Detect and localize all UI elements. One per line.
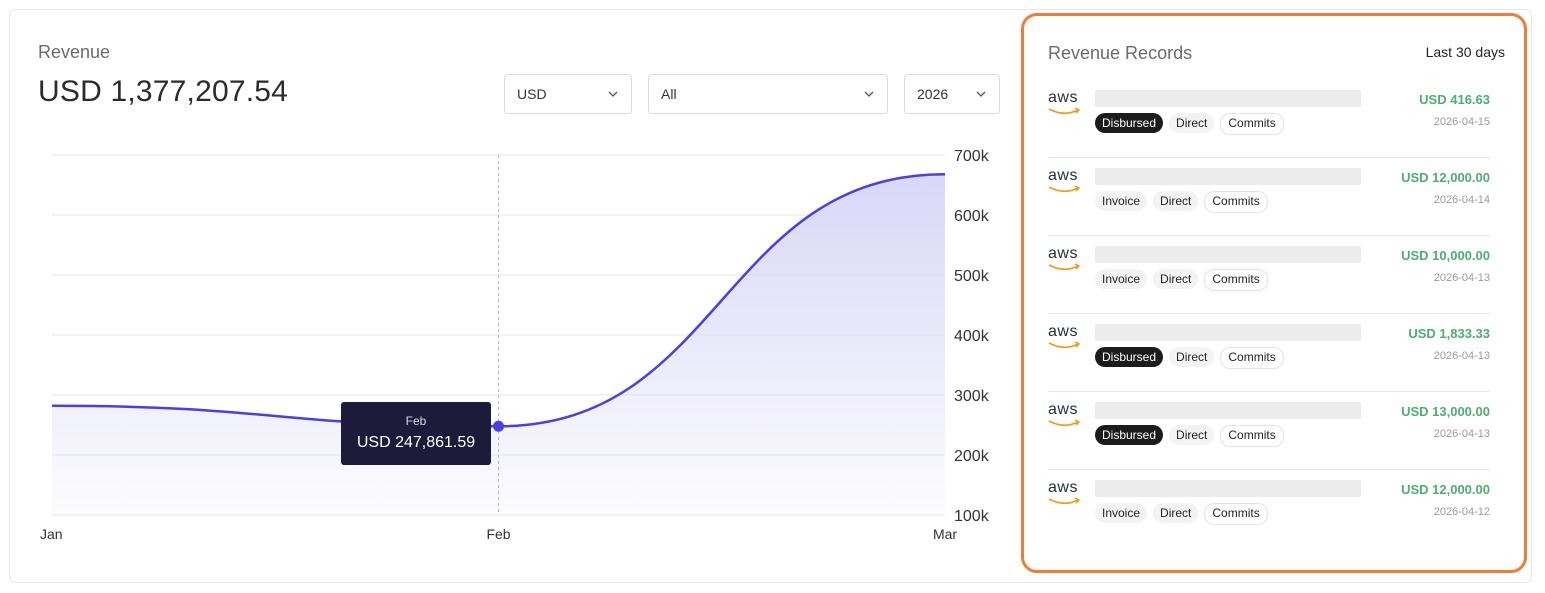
revenue-record-row[interactable]: aws Disbursed Direct Commits USD 416.63 2026-… <box>1048 80 1490 158</box>
tooltip-month: Feb <box>405 414 427 428</box>
x-tick-label: Mar <box>933 526 957 542</box>
tag-commits: Commits <box>1220 425 1284 447</box>
record-name-placeholder <box>1095 402 1361 419</box>
record-date: 2026-04-15 <box>1433 116 1490 128</box>
record-tags: Disbursed Direct Commits <box>1095 425 1284 447</box>
record-amount: USD 1,833.33 <box>1408 326 1490 341</box>
aws-smile-icon <box>1048 497 1081 505</box>
record-amount: USD 13,000.00 <box>1401 404 1490 419</box>
highlight-point[interactable] <box>493 420 504 432</box>
revenue-record-row[interactable]: aws Disbursed Direct Commits USD 1,833.33 202… <box>1048 314 1490 392</box>
revenue-records-title: Revenue Records <box>1048 43 1193 63</box>
tag-commits: Commits <box>1204 191 1268 213</box>
tag-direct: Direct <box>1153 269 1199 289</box>
record-name-placeholder <box>1095 324 1361 341</box>
aws-smile-icon <box>1048 263 1081 271</box>
tag-commits: Commits <box>1204 503 1268 525</box>
record-name-placeholder <box>1095 90 1361 107</box>
record-tags: Invoice Direct Commits <box>1095 503 1268 525</box>
revenue-record-row[interactable]: aws Invoice Direct Commits USD 12,000.00 2026… <box>1048 470 1490 548</box>
record-date: 2026-04-13 <box>1433 272 1490 284</box>
tag-invoice: Invoice <box>1095 503 1148 523</box>
tag-direct: Direct <box>1153 191 1199 211</box>
x-tick-label: Feb <box>486 526 510 542</box>
aws-logo: aws <box>1048 168 1082 198</box>
y-tick-label: 500k <box>954 268 990 285</box>
tag-invoice: Invoice <box>1095 269 1148 289</box>
tag-invoice: Invoice <box>1095 191 1148 211</box>
tooltip-value: USD 247,861.59 <box>356 434 476 451</box>
aws-smile-icon <box>1048 185 1081 193</box>
record-name-placeholder <box>1095 168 1361 185</box>
tag-commits: Commits <box>1204 269 1268 291</box>
y-tick-label: 300k <box>954 388 990 405</box>
record-tags: Disbursed Direct Commits <box>1095 113 1284 135</box>
chart-tooltip: Feb USD 247,861.59 <box>341 402 491 465</box>
y-tick-label: 400k <box>954 328 990 345</box>
record-amount: USD 12,000.00 <box>1401 170 1490 185</box>
revenue-record-row[interactable]: aws Invoice Direct Commits USD 10,000.00 2026… <box>1048 236 1490 314</box>
aws-logo: aws <box>1048 480 1082 510</box>
tag-direct: Direct <box>1169 347 1215 367</box>
y-tick-label: 600k <box>954 208 990 225</box>
x-tick-label: Jan <box>40 526 63 542</box>
tag-disbursed: Disbursed <box>1095 113 1164 133</box>
y-tick-label: 100k <box>954 508 990 525</box>
record-date: 2026-04-14 <box>1433 194 1490 206</box>
record-tags: Disbursed Direct Commits <box>1095 347 1284 369</box>
aws-logo: aws <box>1048 246 1082 276</box>
aws-smile-icon <box>1048 341 1081 349</box>
tag-disbursed: Disbursed <box>1095 425 1164 445</box>
tag-direct: Direct <box>1153 503 1199 523</box>
tag-commits: Commits <box>1220 347 1284 369</box>
aws-smile-icon <box>1048 419 1081 427</box>
record-amount: USD 416.63 <box>1419 92 1490 107</box>
tag-direct: Direct <box>1169 425 1215 445</box>
tag-commits: Commits <box>1220 113 1284 135</box>
record-date: 2026-04-12 <box>1433 506 1490 518</box>
record-amount: USD 12,000.00 <box>1401 482 1490 497</box>
record-tags: Invoice Direct Commits <box>1095 191 1268 213</box>
revenue-record-row[interactable]: aws Invoice Direct Commits USD 12,000.00 2026… <box>1048 158 1490 236</box>
aws-logo: aws <box>1048 90 1082 120</box>
record-date: 2026-04-13 <box>1433 350 1490 362</box>
record-name-placeholder <box>1095 246 1361 263</box>
y-tick-label: 700k <box>954 148 990 165</box>
tag-direct: Direct <box>1169 113 1215 133</box>
aws-logo: aws <box>1048 324 1082 354</box>
tag-disbursed: Disbursed <box>1095 347 1164 367</box>
revenue-record-row[interactable]: aws Disbursed Direct Commits USD 13,000.00 20… <box>1048 392 1490 470</box>
revenue-chart[interactable]: 100k 200k 300k 400k 500k 600k 700k Jan Feb Mar <box>0 0 1010 560</box>
record-tags: Invoice Direct Commits <box>1095 269 1268 291</box>
record-date: 2026-04-13 <box>1433 428 1490 440</box>
aws-smile-icon <box>1048 107 1081 115</box>
record-name-placeholder <box>1095 480 1361 497</box>
records-range-label[interactable]: Last 30 days <box>1426 44 1505 60</box>
aws-logo: aws <box>1048 402 1082 432</box>
y-tick-label: 200k <box>954 448 990 465</box>
record-amount: USD 10,000.00 <box>1401 248 1490 263</box>
